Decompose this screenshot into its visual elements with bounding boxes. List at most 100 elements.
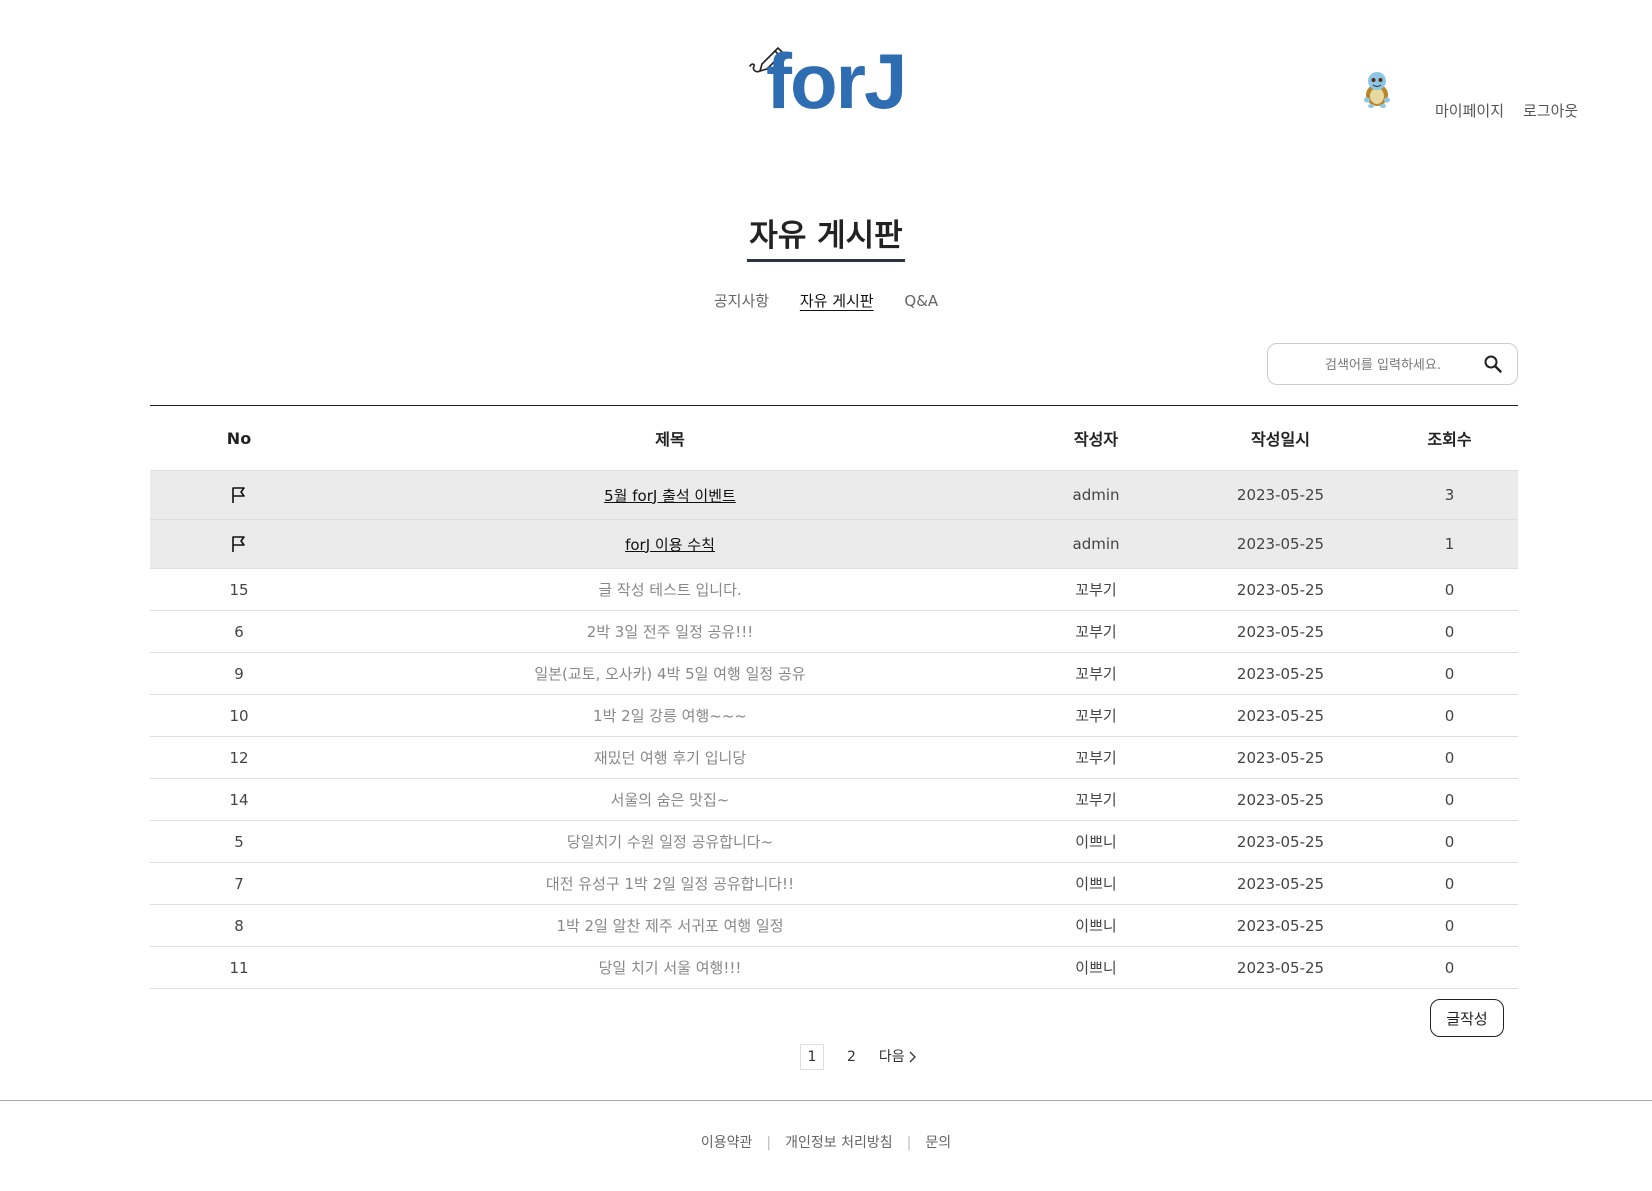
site-logo[interactable]: forJ xyxy=(748,40,908,122)
col-header-title: 제목 xyxy=(328,405,1012,471)
col-header-author: 작성자 xyxy=(1012,405,1180,471)
row-title-link[interactable]: 2박 3일 전주 일정 공유!!! xyxy=(587,623,754,641)
row-date: 2023-05-25 xyxy=(1180,568,1381,611)
row-title-link[interactable]: 당일치기 수원 일정 공유합니다~ xyxy=(567,833,773,851)
footer-separator: | xyxy=(906,1135,912,1151)
row-date: 2023-05-25 xyxy=(1180,694,1381,737)
row-no: 5 xyxy=(150,820,328,863)
board-tabs: 공지사항 자유 게시판 Q&A xyxy=(0,290,1652,311)
table-row: 14 서울의 숨은 맛집~ 꼬부기 2023-05-25 0 xyxy=(150,778,1518,821)
row-title-cell: 1박 2일 알찬 제주 서귀포 여행 일정 xyxy=(328,904,1012,947)
row-author: 꼬부기 xyxy=(1012,652,1180,695)
logo-text: forJ xyxy=(766,37,907,125)
search-input[interactable] xyxy=(1286,353,1480,377)
table-row: 5 당일치기 수원 일정 공유합니다~ 이쁘니 2023-05-25 0 xyxy=(150,820,1518,863)
row-title-link[interactable]: 글 작성 테스트 입니다. xyxy=(598,581,741,599)
notice-title-cell: 5월 forJ 출석 이벤트 xyxy=(328,470,1012,520)
row-author: 꼬부기 xyxy=(1012,694,1180,737)
row-title-link[interactable]: 1박 2일 알찬 제주 서귀포 여행 일정 xyxy=(556,917,783,935)
row-no: 11 xyxy=(150,946,328,989)
notice-row: 5월 forJ 출석 이벤트 admin 2023-05-25 3 xyxy=(150,470,1518,520)
flag-icon xyxy=(232,536,245,553)
notice-title-link[interactable]: 5월 forJ 출석 이벤트 xyxy=(604,487,736,505)
footer-link-contact[interactable]: 문의 xyxy=(925,1135,951,1151)
row-views: 0 xyxy=(1381,568,1518,611)
row-no: 8 xyxy=(150,904,328,947)
row-views: 0 xyxy=(1381,946,1518,989)
tab-notice[interactable]: 공지사항 xyxy=(714,290,769,311)
row-views: 0 xyxy=(1381,904,1518,947)
notice-author: admin xyxy=(1012,519,1180,569)
row-views: 0 xyxy=(1381,736,1518,779)
pagination: 1 2 다음 xyxy=(800,1044,917,1070)
row-no: 10 xyxy=(150,694,328,737)
col-header-no: No xyxy=(150,405,328,471)
row-views: 0 xyxy=(1381,652,1518,695)
row-no: 14 xyxy=(150,778,328,821)
tab-qna[interactable]: Q&A xyxy=(904,292,938,310)
col-header-date: 작성일시 xyxy=(1180,405,1381,471)
table-row: 10 1박 2일 강릉 여행~~~ 꼬부기 2023-05-25 0 xyxy=(150,694,1518,737)
table-row: 15 글 작성 테스트 입니다. 꼬부기 2023-05-25 0 xyxy=(150,568,1518,611)
chevron-right-icon xyxy=(909,1051,917,1063)
row-views: 0 xyxy=(1381,610,1518,653)
page-title-wrap: 자유 게시판 xyxy=(0,210,1652,262)
mypage-link[interactable]: 마이페이지 xyxy=(1435,100,1504,121)
row-date: 2023-05-25 xyxy=(1180,652,1381,695)
notice-row: forJ 이용 수칙 admin 2023-05-25 1 xyxy=(150,519,1518,569)
row-date: 2023-05-25 xyxy=(1180,778,1381,821)
notice-date: 2023-05-25 xyxy=(1180,519,1381,569)
row-title-link[interactable]: 당일 치기 서울 여행!!! xyxy=(599,959,742,977)
row-author: 이쁘니 xyxy=(1012,820,1180,863)
write-post-button[interactable]: 글작성 xyxy=(1430,999,1504,1037)
row-title-cell: 일본(교토, 오사카) 4박 5일 여행 일정 공유 xyxy=(328,652,1012,695)
notice-flag-cell xyxy=(150,519,328,569)
row-title-cell: 2박 3일 전주 일정 공유!!! xyxy=(328,610,1012,653)
notice-date: 2023-05-25 xyxy=(1180,470,1381,520)
footer-link-terms[interactable]: 이용약관 xyxy=(701,1135,753,1151)
row-title-cell: 대전 유성구 1박 2일 일정 공유합니다!! xyxy=(328,862,1012,905)
row-title-cell: 당일 치기 서울 여행!!! xyxy=(328,946,1012,989)
row-no: 12 xyxy=(150,736,328,779)
row-title-cell: 서울의 숨은 맛집~ xyxy=(328,778,1012,821)
page-1-link[interactable]: 1 xyxy=(800,1044,824,1070)
notice-flag-cell xyxy=(150,470,328,520)
search-icon[interactable] xyxy=(1483,354,1503,374)
row-author: 꼬부기 xyxy=(1012,778,1180,821)
footer-separator: | xyxy=(766,1135,772,1151)
notice-title-link[interactable]: forJ 이용 수칙 xyxy=(625,536,715,554)
row-title-link[interactable]: 1박 2일 강릉 여행~~~ xyxy=(593,707,747,725)
row-author: 이쁘니 xyxy=(1012,946,1180,989)
table-row: 8 1박 2일 알찬 제주 서귀포 여행 일정 이쁘니 2023-05-25 0 xyxy=(150,904,1518,947)
flag-icon xyxy=(232,487,245,504)
board-table: No 제목 작성자 작성일시 조회수 5월 forJ 출석 이벤트 admin … xyxy=(150,405,1518,989)
avatar[interactable] xyxy=(1360,70,1394,108)
notice-views: 3 xyxy=(1381,470,1518,520)
row-title-link[interactable]: 대전 유성구 1박 2일 일정 공유합니다!! xyxy=(546,875,794,893)
footer: 이용약관 | 개인정보 처리방침 | 문의 xyxy=(0,1132,1652,1152)
row-title-link[interactable]: 서울의 숨은 맛집~ xyxy=(611,791,730,809)
tab-free-board[interactable]: 자유 게시판 xyxy=(800,290,874,311)
row-author: 이쁘니 xyxy=(1012,904,1180,947)
page-2-link[interactable]: 2 xyxy=(840,1045,862,1069)
row-author: 꼬부기 xyxy=(1012,568,1180,611)
table-row: 11 당일 치기 서울 여행!!! 이쁘니 2023-05-25 0 xyxy=(150,946,1518,989)
next-page-link[interactable]: 다음 xyxy=(879,1046,917,1066)
row-author: 이쁘니 xyxy=(1012,862,1180,905)
row-title-link[interactable]: 일본(교토, 오사카) 4박 5일 여행 일정 공유 xyxy=(534,665,805,683)
row-title-cell: 당일치기 수원 일정 공유합니다~ xyxy=(328,820,1012,863)
table-row: 9 일본(교토, 오사카) 4박 5일 여행 일정 공유 꼬부기 2023-05… xyxy=(150,652,1518,695)
row-date: 2023-05-25 xyxy=(1180,946,1381,989)
row-author: 꼬부기 xyxy=(1012,610,1180,653)
row-title-cell: 글 작성 테스트 입니다. xyxy=(328,568,1012,611)
logout-link[interactable]: 로그아웃 xyxy=(1523,100,1578,121)
row-no: 6 xyxy=(150,610,328,653)
footer-link-privacy[interactable]: 개인정보 처리방침 xyxy=(785,1135,893,1151)
row-title-link[interactable]: 재밌던 여행 후기 입니당 xyxy=(594,749,746,767)
notice-views: 1 xyxy=(1381,519,1518,569)
table-header-row: No 제목 작성자 작성일시 조회수 xyxy=(150,405,1518,471)
row-date: 2023-05-25 xyxy=(1180,736,1381,779)
search-box xyxy=(1267,343,1518,385)
table-row: 12 재밌던 여행 후기 입니당 꼬부기 2023-05-25 0 xyxy=(150,736,1518,779)
row-title-cell: 재밌던 여행 후기 입니당 xyxy=(328,736,1012,779)
